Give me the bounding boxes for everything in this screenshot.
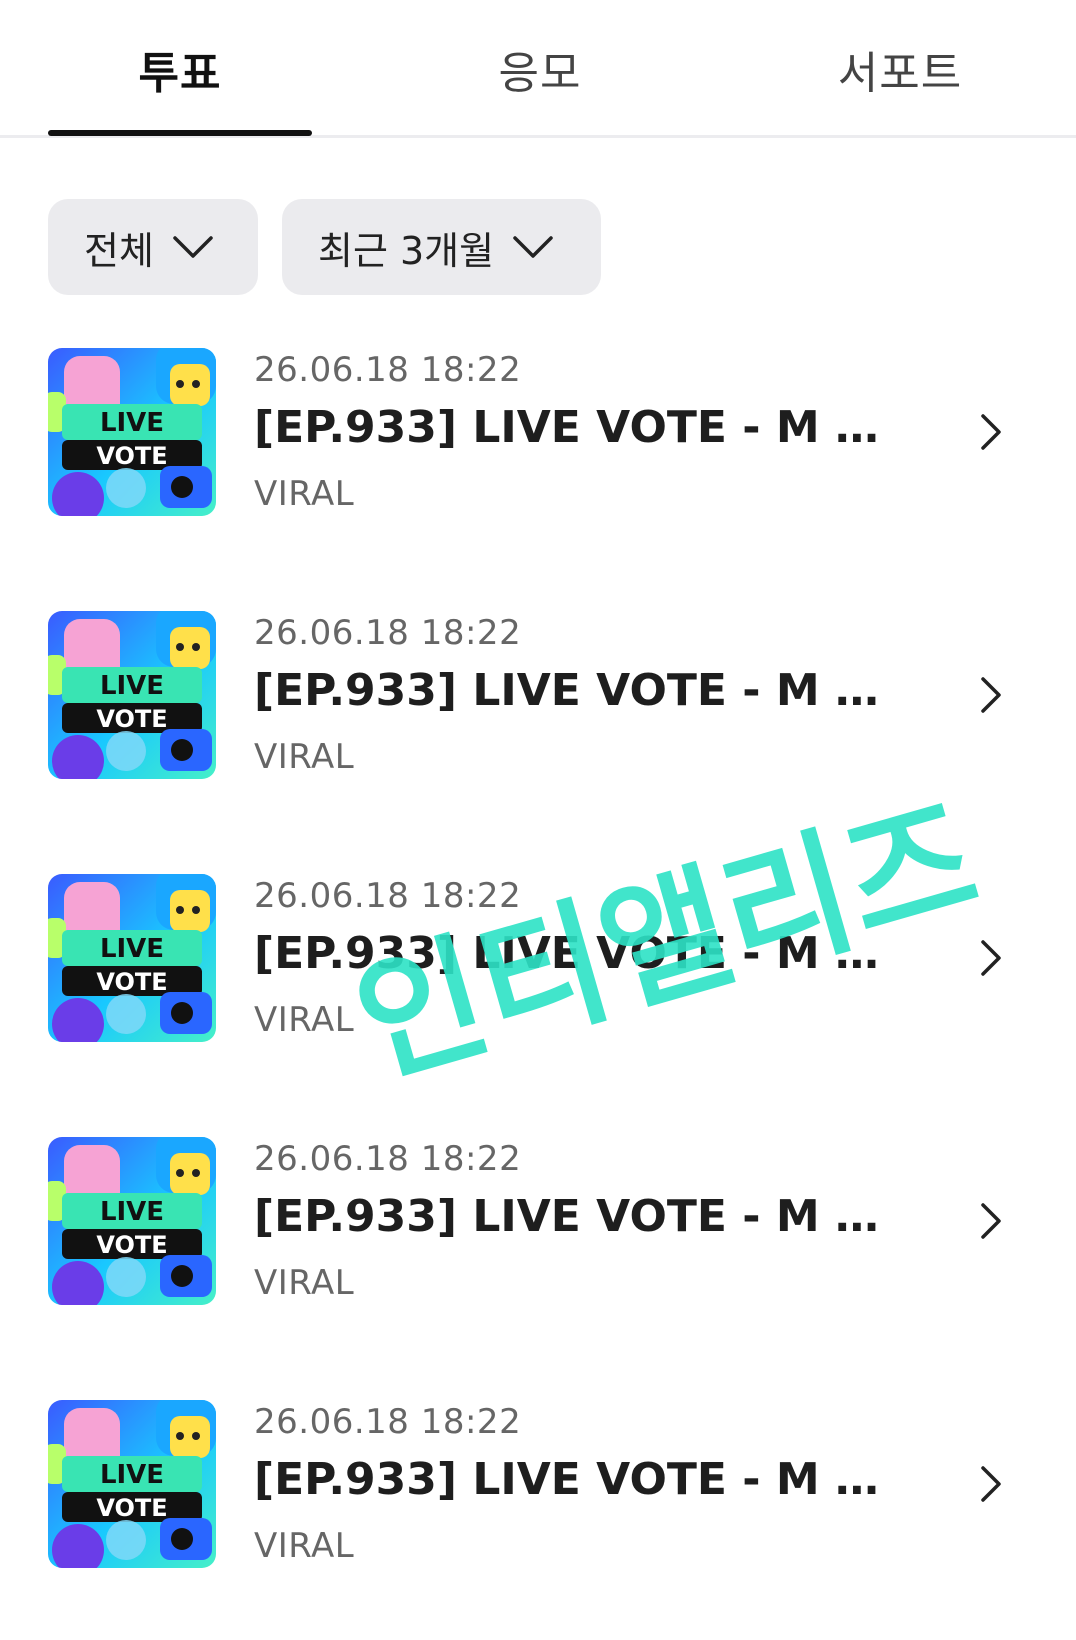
tab-support[interactable]: 서포트 <box>768 0 1032 138</box>
chevron-right-icon <box>981 940 1001 976</box>
item-date: 26.06.18 18:22 <box>254 1402 522 1442</box>
vote-history-page: 투표 응모 서포트 전체 최근 3개월 LIVE VOTE 26.06.18 1… <box>0 0 1076 1640</box>
item-date: 26.06.18 18:22 <box>254 876 522 916</box>
item-title: [EP.933] LIVE VOTE - M CO... <box>254 665 894 716</box>
item-category: VIRAL <box>254 1526 355 1566</box>
thumb-line1: LIVE <box>100 1197 164 1227</box>
item-category: VIRAL <box>254 737 355 777</box>
list-item[interactable]: LIVE VOTE 26.06.18 18:22 [EP.933] LIVE V… <box>0 874 1076 1064</box>
thumb-line1: LIVE <box>100 671 164 701</box>
item-title: [EP.933] LIVE VOTE - M CO... <box>254 1454 894 1505</box>
category-filter-dropdown[interactable]: 전체 <box>48 199 258 295</box>
active-tab-indicator <box>48 130 312 136</box>
thumb-line2: VOTE <box>96 968 167 996</box>
item-category: VIRAL <box>254 1000 355 1040</box>
tab-bar: 투표 응모 서포트 <box>0 0 1076 138</box>
item-category: VIRAL <box>254 1263 355 1303</box>
item-date: 26.06.18 18:22 <box>254 613 522 653</box>
list-item[interactable]: LIVE VOTE 26.06.18 18:22 [EP.933] LIVE V… <box>0 1400 1076 1590</box>
live-vote-thumbnail: LIVE VOTE <box>48 611 216 779</box>
thumb-line1: LIVE <box>100 934 164 964</box>
thumb-line2: VOTE <box>96 705 167 733</box>
list-item[interactable]: LIVE VOTE 26.06.18 18:22 [EP.933] LIVE V… <box>0 1137 1076 1327</box>
chevron-down-icon <box>173 236 213 258</box>
item-date: 26.06.18 18:22 <box>254 350 522 390</box>
chevron-right-icon <box>981 1466 1001 1502</box>
item-date: 26.06.18 18:22 <box>254 1139 522 1179</box>
chevron-right-icon <box>981 414 1001 450</box>
period-filter-label: 최근 3개월 <box>318 228 495 273</box>
period-filter-dropdown[interactable]: 최근 3개월 <box>282 199 601 295</box>
list-item[interactable]: LIVE VOTE 26.06.18 18:22 [EP.933] LIVE V… <box>0 348 1076 538</box>
thumb-line2: VOTE <box>96 1494 167 1522</box>
live-vote-thumbnail: LIVE VOTE <box>48 1400 216 1568</box>
item-title: [EP.933] LIVE VOTE - M CO... <box>254 402 894 453</box>
item-category: VIRAL <box>254 474 355 514</box>
thumb-line2: VOTE <box>96 442 167 470</box>
thumb-line2: VOTE <box>96 1231 167 1259</box>
item-title: [EP.933] LIVE VOTE - M CO... <box>254 928 894 979</box>
item-title: [EP.933] LIVE VOTE - M CO... <box>254 1191 894 1242</box>
category-filter-label: 전체 <box>84 228 154 273</box>
tab-entry[interactable]: 응모 <box>408 0 672 138</box>
thumb-line1: LIVE <box>100 408 164 438</box>
live-vote-thumbnail: LIVE VOTE <box>48 874 216 1042</box>
thumb-line1: LIVE <box>100 1460 164 1490</box>
live-vote-thumbnail: LIVE VOTE <box>48 1137 216 1305</box>
list-item[interactable]: LIVE VOTE 26.06.18 18:22 [EP.933] LIVE V… <box>0 611 1076 801</box>
tab-vote[interactable]: 투표 <box>48 0 312 138</box>
chevron-right-icon <box>981 677 1001 713</box>
chevron-right-icon <box>981 1203 1001 1239</box>
live-vote-thumbnail: LIVE VOTE <box>48 348 216 516</box>
chevron-down-icon <box>513 236 553 258</box>
